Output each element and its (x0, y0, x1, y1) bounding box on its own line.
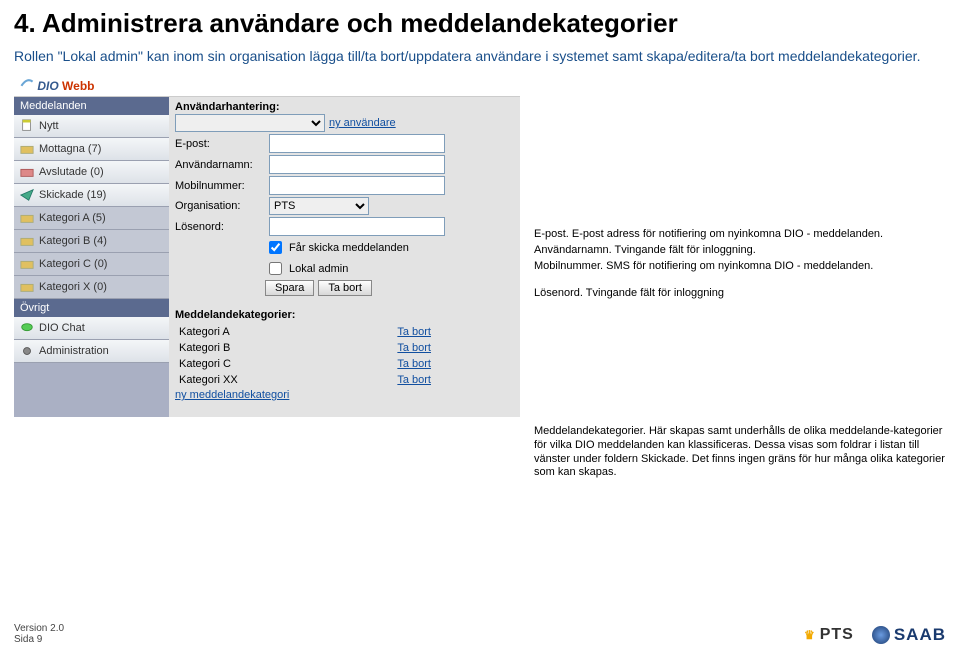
sidebar-label: Kategori B (4) (39, 235, 107, 247)
new-cat-link[interactable]: ny meddelandekategori (175, 389, 289, 401)
footer: Version 2.0 Sida 9 ♛PTS SAAB (14, 623, 946, 645)
new-user-link[interactable]: ny användare (329, 117, 396, 129)
sidebar-label: Kategori X (0) (39, 281, 107, 293)
sidebar-label: Administration (39, 345, 109, 357)
ann-kategorier: Meddelandekategorier. Här skapas samt un… (534, 425, 950, 480)
intro-text: Rollen "Lokal admin" kan inom sin organi… (14, 47, 946, 65)
sidebar-label: Kategori A (5) (39, 212, 106, 224)
gear-icon (20, 344, 34, 358)
logo-text-a: DIO (37, 79, 58, 93)
sidebar-cat-x[interactable]: Kategori X (0) (14, 276, 169, 299)
chk-admin-label: Lokal admin (289, 263, 348, 275)
save-button[interactable]: Spara (265, 280, 314, 296)
sidebar-label: Nytt (39, 120, 59, 132)
sidebar-cat-c[interactable]: Kategori C (0) (14, 253, 169, 276)
main-panel: Användarhantering: ny användare E-post: … (169, 97, 520, 417)
closed-icon (20, 165, 34, 179)
chk-skicka-label: Får skicka meddelanden (289, 242, 409, 254)
chat-icon (20, 321, 34, 335)
saab-logo: SAAB (872, 625, 946, 645)
table-row: Kategori A Ta bort (177, 325, 433, 339)
cat-table: Kategori A Ta bort Kategori B Ta bort Kate… (175, 323, 435, 389)
ann-losen: Lösenord. Tvingande fält för inloggning (534, 287, 950, 301)
sidebar-label: Skickade (19) (39, 189, 106, 201)
chk-admin[interactable] (269, 262, 282, 275)
sidebar-cat-b[interactable]: Kategori B (4) (14, 230, 169, 253)
cat-name: Kategori XX (177, 373, 336, 387)
inbox-icon (20, 142, 34, 156)
table-row: Kategori XX Ta bort (177, 373, 433, 387)
table-row: Kategori B Ta bort (177, 341, 433, 355)
pts-logo: ♛PTS (804, 626, 854, 644)
sidebar: Meddelanden Nytt Mottagna (7) Avslutade … (14, 97, 169, 417)
folder-icon (20, 280, 34, 294)
cat-delete-link[interactable]: Ta bort (397, 358, 431, 370)
logo-text-b: Webb (62, 79, 94, 93)
logo-bar: DIO Webb (14, 73, 520, 97)
chk-skicka[interactable] (269, 241, 282, 254)
folder-icon (20, 257, 34, 271)
cat-delete-link[interactable]: Ta bort (397, 326, 431, 338)
footer-version: Version 2.0 (14, 623, 64, 634)
cat-title: Meddelandekategorier: (175, 309, 295, 321)
swoosh-icon (20, 76, 34, 90)
sidebar-item-skickade[interactable]: Skickade (19) (14, 184, 169, 207)
delete-button[interactable]: Ta bort (318, 280, 372, 296)
ann-anvnamn: Användarnamn. Tvingande fält för inloggn… (534, 244, 950, 258)
annotations: E-post. E-post adress för notifiering om… (534, 228, 950, 482)
mobil-input[interactable] (269, 176, 445, 195)
cat-delete-link[interactable]: Ta bort (397, 374, 431, 386)
main-title: Användarhantering: (175, 101, 280, 113)
epost-label: E-post: (175, 138, 265, 150)
anvandarnamn-input[interactable] (269, 155, 445, 174)
anvandarnamn-label: Användarnamn: (175, 159, 265, 171)
sidebar-cat-a[interactable]: Kategori A (5) (14, 207, 169, 230)
app-screenshot: DIO Webb Meddelanden Nytt Mottagna (7) A… (14, 73, 520, 417)
sidebar-item-mottagna[interactable]: Mottagna (7) (14, 138, 169, 161)
epost-input[interactable] (269, 134, 445, 153)
folder-icon (20, 234, 34, 248)
losen-label: Lösenord: (175, 221, 265, 233)
sidebar-item-avslutade[interactable]: Avslutade (0) (14, 161, 169, 184)
cat-name: Kategori C (177, 357, 336, 371)
cat-delete-link[interactable]: Ta bort (397, 342, 431, 354)
cat-name: Kategori B (177, 341, 336, 355)
globe-icon (872, 626, 890, 644)
sidebar-header-ovrigt: Övrigt (14, 299, 169, 317)
sidebar-item-nytt[interactable]: Nytt (14, 115, 169, 138)
mobil-label: Mobilnummer: (175, 180, 265, 192)
sidebar-header-meddelanden: Meddelanden (14, 97, 169, 115)
user-select[interactable] (175, 114, 325, 132)
footer-sida: Sida 9 (14, 634, 64, 645)
document-icon (20, 119, 34, 133)
sidebar-label: Kategori C (0) (39, 258, 107, 270)
crown-icon: ♛ (804, 628, 816, 642)
folder-icon (20, 211, 34, 225)
page-heading: 4. Administrera användare och meddelande… (14, 8, 960, 39)
table-row: Kategori C Ta bort (177, 357, 433, 371)
sidebar-label: Avslutade (0) (39, 166, 104, 178)
sidebar-label: Mottagna (7) (39, 143, 101, 155)
sidebar-item-admin[interactable]: Administration (14, 340, 169, 363)
losen-input[interactable] (269, 217, 445, 236)
sent-icon (20, 188, 34, 202)
sidebar-item-chat[interactable]: DIO Chat (14, 317, 169, 340)
cat-name: Kategori A (177, 325, 336, 339)
org-select[interactable]: PTS (269, 197, 369, 215)
sidebar-label: DIO Chat (39, 322, 85, 334)
org-label: Organisation: (175, 200, 265, 212)
ann-mobil: Mobilnummer. SMS för notifiering om nyin… (534, 260, 950, 274)
ann-epost: E-post. E-post adress för notifiering om… (534, 228, 950, 242)
